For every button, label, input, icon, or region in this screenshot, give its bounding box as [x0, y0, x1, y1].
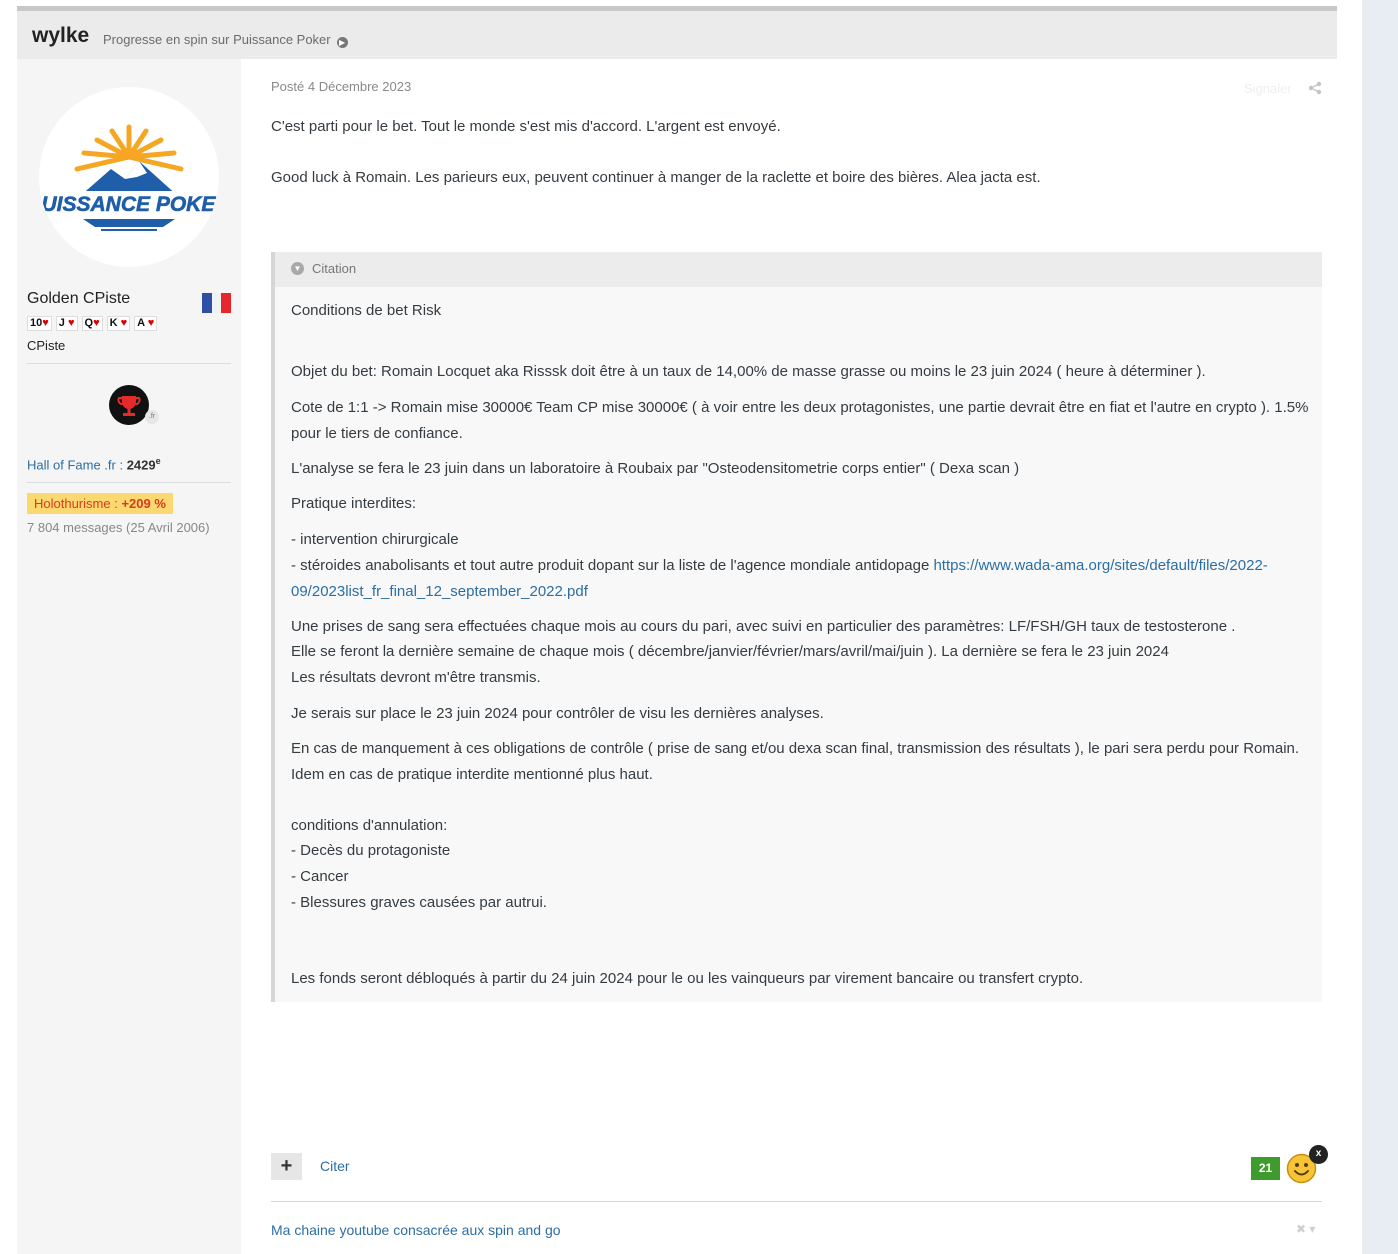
quote-header[interactable]: ▼ Citation: [275, 252, 1322, 287]
card-10: 10♥: [27, 316, 52, 331]
france-flag-icon: [202, 293, 232, 313]
user-title: Golden CPiste: [27, 290, 131, 307]
card-a: A ♥: [134, 316, 158, 331]
signature-options-icon[interactable]: ✖ ▾: [1296, 1222, 1315, 1236]
quote-fonds: Les fonds seront débloqués à partir du 2…: [291, 970, 1084, 987]
trophy-badge[interactable]: [109, 385, 149, 425]
reaction-count[interactable]: 21: [1251, 1157, 1280, 1180]
post-paragraph: Good luck à Romain. Les parieurs eux, pe…: [271, 169, 1041, 186]
user-rank: CPiste: [27, 338, 66, 353]
thread-link[interactable]: Progresse en spin sur Puissance Poker ▶: [103, 32, 348, 48]
quote-annulation-1: - Decès du protagoniste: [291, 842, 451, 859]
quote-sur-place: Je serais sur place le 23 juin 2024 pour…: [291, 705, 824, 722]
quote-pratique-1: - intervention chirurgicale: [291, 531, 459, 548]
quote-annulation-3: - Blessures graves causées par autrui.: [291, 894, 547, 911]
quote-manquement: En cas de manquement à ces obligations d…: [291, 740, 1300, 783]
post-date: Posté 4 Décembre 2023: [271, 79, 412, 94]
quote-pratique-title: Pratique interdites:: [291, 495, 417, 512]
puissance-poker-logo: PUISSANCE POKER: [39, 124, 219, 231]
quote-analyse: L'analyse se fera le 23 juin dans un lab…: [291, 460, 1020, 477]
thread-title[interactable]: Progresse en spin sur Puissance Poker: [103, 32, 331, 47]
quote-sang-2: Elle se feront la dernière semaine de ch…: [291, 643, 1169, 660]
post-paragraph: C'est parti pour le bet. Tout le monde s…: [271, 118, 781, 135]
post-header: wylke Progresse en spin sur Puissance Po…: [17, 6, 1337, 59]
multiquote-button[interactable]: +: [271, 1153, 302, 1180]
sidebar-divider: [27, 482, 231, 483]
chevron-down-icon[interactable]: ▼: [291, 262, 304, 275]
quote-sang-1: Une prises de sang sera effectuées chaqu…: [291, 618, 1236, 635]
quote-block: ▼ Citation Conditions de bet Risk Objet …: [271, 252, 1322, 1002]
quote-button[interactable]: Citer: [320, 1158, 350, 1174]
card-j: J ♥: [55, 316, 78, 331]
report-link[interactable]: Signaler: [1244, 81, 1292, 96]
card-q: Q♥: [81, 316, 103, 331]
quote-annulation-2: - Cancer: [291, 868, 349, 885]
share-icon[interactable]: [1308, 81, 1322, 95]
card-ranks: 10♥ J ♥ Q♥ K ♥ A ♥: [27, 316, 158, 331]
close-icon[interactable]: x: [1309, 1145, 1328, 1164]
author-sidebar: PUISSANCE POKER Golden CPiste 10♥ J ♥ Q♥…: [17, 59, 241, 1254]
quote-annulation-title: conditions d'annulation:: [291, 817, 448, 834]
quote-label: Citation: [312, 261, 357, 276]
message-count: 7 804 messages (25 Avril 2006): [27, 520, 210, 535]
signature-divider: [271, 1201, 1322, 1202]
trophy-fr-badge: .fr: [145, 410, 159, 424]
sidebar-divider: [27, 363, 231, 364]
hall-of-fame-link[interactable]: Hall of Fame .fr : 2429e: [27, 456, 161, 472]
quote-pratique-2: - stéroides anabolisants et tout autre p…: [291, 557, 1268, 600]
holothurisme-badge: Holothurisme : +209 %: [27, 493, 173, 514]
avatar-text: PUISSANCE POKER: [39, 193, 219, 216]
quote-objet: Objet du bet: Romain Locquet aka Risssk …: [291, 363, 1206, 380]
arrow-right-icon: ▶: [336, 37, 348, 48]
card-k: K ♥: [106, 316, 131, 331]
signature-link[interactable]: Ma chaine youtube consacrée aux spin and…: [271, 1222, 561, 1238]
quote-sang-3: Les résultats devront m'être transmis.: [291, 669, 541, 686]
quote-title: Conditions de bet Risk: [291, 302, 442, 319]
avatar[interactable]: PUISSANCE POKER: [39, 87, 219, 267]
quote-cote: Cote de 1:1 -> Romain mise 30000€ Team C…: [291, 399, 1309, 442]
author-name-link[interactable]: wylke: [32, 24, 89, 48]
trophy-icon: [117, 396, 141, 416]
forum-post: wylke Progresse en spin sur Puissance Po…: [17, 6, 1337, 1254]
right-scroll-area: [1362, 0, 1398, 1254]
